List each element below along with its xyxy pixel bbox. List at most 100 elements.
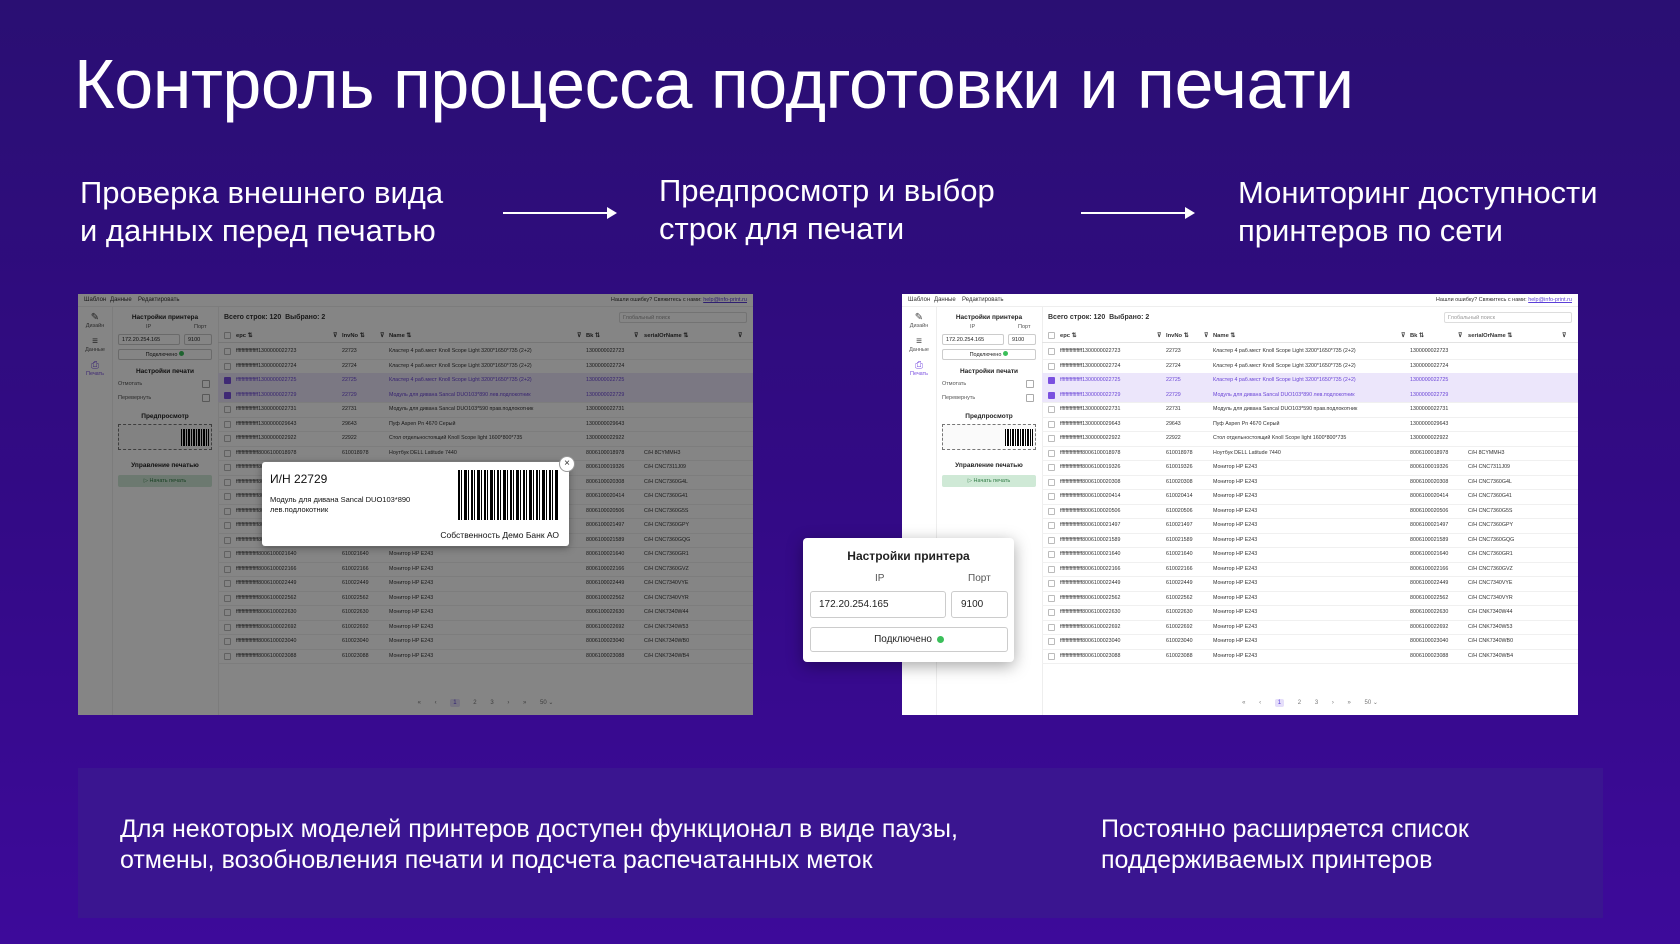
row-checkbox[interactable] — [1048, 565, 1055, 573]
table-row[interactable]: ffffffffffffffff8006100020308 610020308 Мо… — [1042, 475, 1578, 490]
row-checkbox[interactable] — [1048, 377, 1055, 384]
column-header-epc[interactable]: epc ⇅ — [1060, 333, 1076, 339]
table-cell: Монитор HP E243 — [1213, 464, 1258, 470]
connected-button[interactable]: Подключено — [942, 349, 1036, 360]
row-checkbox[interactable] — [1048, 652, 1055, 660]
table-row[interactable]: ffffffffffffffff8006100022449 610022449 Мо… — [1042, 576, 1578, 592]
rail-item-print[interactable]: ⎙ Печать — [902, 360, 936, 377]
table-cell: 8006100018978 — [1410, 449, 1449, 456]
table-cell: ffffffffffffffff8006100022449 — [1060, 580, 1121, 586]
table-row[interactable]: ffffffffffffffff8006100023040 610023040 Мо… — [1042, 634, 1578, 650]
table-row[interactable]: ffffffffffffffff8006100023088 610023088 Мо… — [1042, 649, 1578, 664]
row-checkbox[interactable] — [1048, 493, 1055, 500]
barcode-icon — [1005, 429, 1033, 446]
help-link[interactable]: help@info-print.ru — [1528, 297, 1572, 303]
menu-edit[interactable]: Редактировать — [962, 297, 1003, 303]
row-checkbox[interactable] — [1048, 464, 1055, 471]
page-size-select[interactable]: 50 ⌄ — [1365, 699, 1378, 706]
table-row[interactable]: ffffffffffffffff1300000022731 22731 Модуль… — [1042, 402, 1578, 418]
filter-icon[interactable]: ⊽ — [1157, 333, 1161, 339]
row-checkbox[interactable] — [1048, 406, 1055, 413]
table-row[interactable]: ffffffffffffffff8006100020506 610020506 Мо… — [1042, 504, 1578, 519]
connection-status-button[interactable]: Подключено — [810, 627, 1008, 652]
table-row[interactable]: ffffffffffffffff8006100020414 610020414 Мо… — [1042, 489, 1578, 505]
close-icon[interactable]: × — [559, 456, 575, 472]
pagination: « ‹ 1 2 3 › » 50 ⌄ — [1042, 699, 1578, 707]
page-2-button[interactable]: 2 — [1298, 700, 1301, 706]
row-checkbox[interactable] — [1048, 348, 1055, 355]
page-3-button[interactable]: 3 — [1315, 700, 1318, 706]
arrow-icon — [1081, 207, 1195, 219]
table-row[interactable]: ffffffffffffffff8006100018978 610018978 Но… — [1042, 446, 1578, 461]
table-cell: 8006100022449 — [1410, 580, 1449, 586]
next-page-button[interactable]: › — [1332, 700, 1334, 706]
start-print-button[interactable]: ▷ Начать печать — [942, 475, 1036, 487]
table-row[interactable]: ffffffffffffffff8006100021589 610021589 Мо… — [1042, 533, 1578, 548]
table-cell: Пуф Aspen Pn 4670 Серый — [1213, 420, 1280, 427]
row-checkbox[interactable] — [1048, 478, 1055, 486]
peel-label: Отмотать — [942, 381, 967, 387]
table-cell: Монитор HP E243 — [1213, 493, 1258, 499]
last-page-button[interactable]: » — [1348, 700, 1351, 706]
rail-item-data[interactable]: ≡ Данные — [902, 336, 936, 353]
filter-icon[interactable]: ⊽ — [1562, 333, 1566, 339]
table-row[interactable]: ffffffffffffffff1300000022729 22729 Модуль… — [1042, 387, 1578, 403]
column-header-invno[interactable]: InvNo ⇅ — [1166, 333, 1189, 339]
table-row[interactable]: ffffffffffffffff8006100022166 610022166 Мо… — [1042, 562, 1578, 577]
select-all-checkbox[interactable] — [1048, 332, 1055, 339]
menu-data[interactable]: Данные — [934, 297, 956, 303]
page-1-button[interactable]: 1 — [1274, 699, 1285, 707]
column-header-name[interactable]: Name ⇅ — [1213, 333, 1235, 339]
row-checkbox[interactable] — [1048, 391, 1055, 399]
table-row[interactable]: ffffffffffffffff1300000022723 22723 Класте… — [1042, 344, 1578, 360]
row-checkbox[interactable] — [1048, 609, 1055, 616]
filter-icon[interactable]: ⊽ — [1401, 333, 1405, 339]
table-cell: Монитор HP E243 — [1213, 580, 1258, 586]
row-checkbox[interactable] — [1048, 580, 1055, 587]
row-checkbox[interactable] — [1048, 536, 1055, 544]
table-row[interactable]: ffffffffffffffff1300000029643 29643 Пуф As… — [1042, 417, 1578, 432]
row-checkbox[interactable] — [1048, 420, 1055, 428]
table-cell: Кластер 4 раб.мест Knoll Scope Light 320… — [1213, 348, 1356, 354]
port-label: Порт — [1018, 324, 1031, 330]
table-row[interactable]: ffffffffffffffff8006100019326 610019326 Мо… — [1042, 460, 1578, 476]
selected-rows: Выбрано: 2 — [1109, 314, 1150, 321]
table-row[interactable]: ffffffffffffffff1300000022724 22724 Класте… — [1042, 359, 1578, 374]
column-header-serial[interactable]: serialOrName ⇅ — [1468, 333, 1512, 339]
port-field[interactable]: 9100 — [1008, 334, 1036, 345]
column-header-bk[interactable]: Bk ⇅ — [1410, 333, 1424, 339]
row-checkbox[interactable] — [1048, 362, 1055, 370]
table-row[interactable]: ffffffffffffffff1300000022922 22922 Стол о… — [1042, 431, 1578, 447]
table-row[interactable]: ffffffffffffffff1300000022725 22725 Класте… — [1042, 373, 1578, 389]
flip-checkbox[interactable] — [1026, 394, 1034, 402]
prev-page-button[interactable]: ‹ — [1259, 700, 1261, 706]
peel-checkbox[interactable] — [1026, 380, 1034, 388]
row-checkbox[interactable] — [1048, 551, 1055, 558]
row-checkbox[interactable] — [1048, 623, 1055, 631]
first-page-button[interactable]: « — [1242, 700, 1245, 706]
step-text-line: и данных перед печатью — [80, 213, 436, 248]
row-checkbox[interactable] — [1048, 507, 1055, 515]
table-cell: Монитор HP E243 — [1213, 507, 1258, 514]
ip-field[interactable]: 172.20.254.165 — [810, 591, 946, 618]
filter-icon[interactable]: ⊽ — [1204, 333, 1208, 339]
port-field[interactable]: 9100 — [951, 591, 1008, 618]
row-checkbox[interactable] — [1048, 638, 1055, 645]
table-row[interactable]: ffffffffffffffff8006100022630 610022630 Мо… — [1042, 605, 1578, 621]
table-cell: C/H CNC7360G5S — [1468, 507, 1513, 514]
printers-note: Постоянно расширяется список поддерживае… — [1101, 814, 1469, 876]
table-row[interactable]: ffffffffffffffff8006100022692 610022692 Мо… — [1042, 620, 1578, 635]
row-checkbox[interactable] — [1048, 522, 1055, 529]
table-row[interactable]: ffffffffffffffff8006100021640 610021640 Мо… — [1042, 547, 1578, 563]
label-preview-popup: И/Н 22729 Модуль для дивана Sancal DUO10… — [262, 456, 575, 546]
table-row[interactable]: ffffffffffffffff8006100021497 610021497 Мо… — [1042, 518, 1578, 534]
rail-item-design[interactable]: ✎ Дизайн — [902, 312, 936, 329]
menu-template[interactable]: Шаблон — [908, 297, 930, 303]
global-search-input[interactable]: Глобальный поиск — [1444, 312, 1572, 323]
filter-icon[interactable]: ⊽ — [1458, 333, 1462, 339]
row-checkbox[interactable] — [1048, 449, 1055, 457]
row-checkbox[interactable] — [1048, 594, 1055, 602]
ip-field[interactable]: 172.20.254.165 — [942, 334, 1004, 345]
table-row[interactable]: ffffffffffffffff8006100022562 610022562 Мо… — [1042, 591, 1578, 606]
row-checkbox[interactable] — [1048, 435, 1055, 442]
